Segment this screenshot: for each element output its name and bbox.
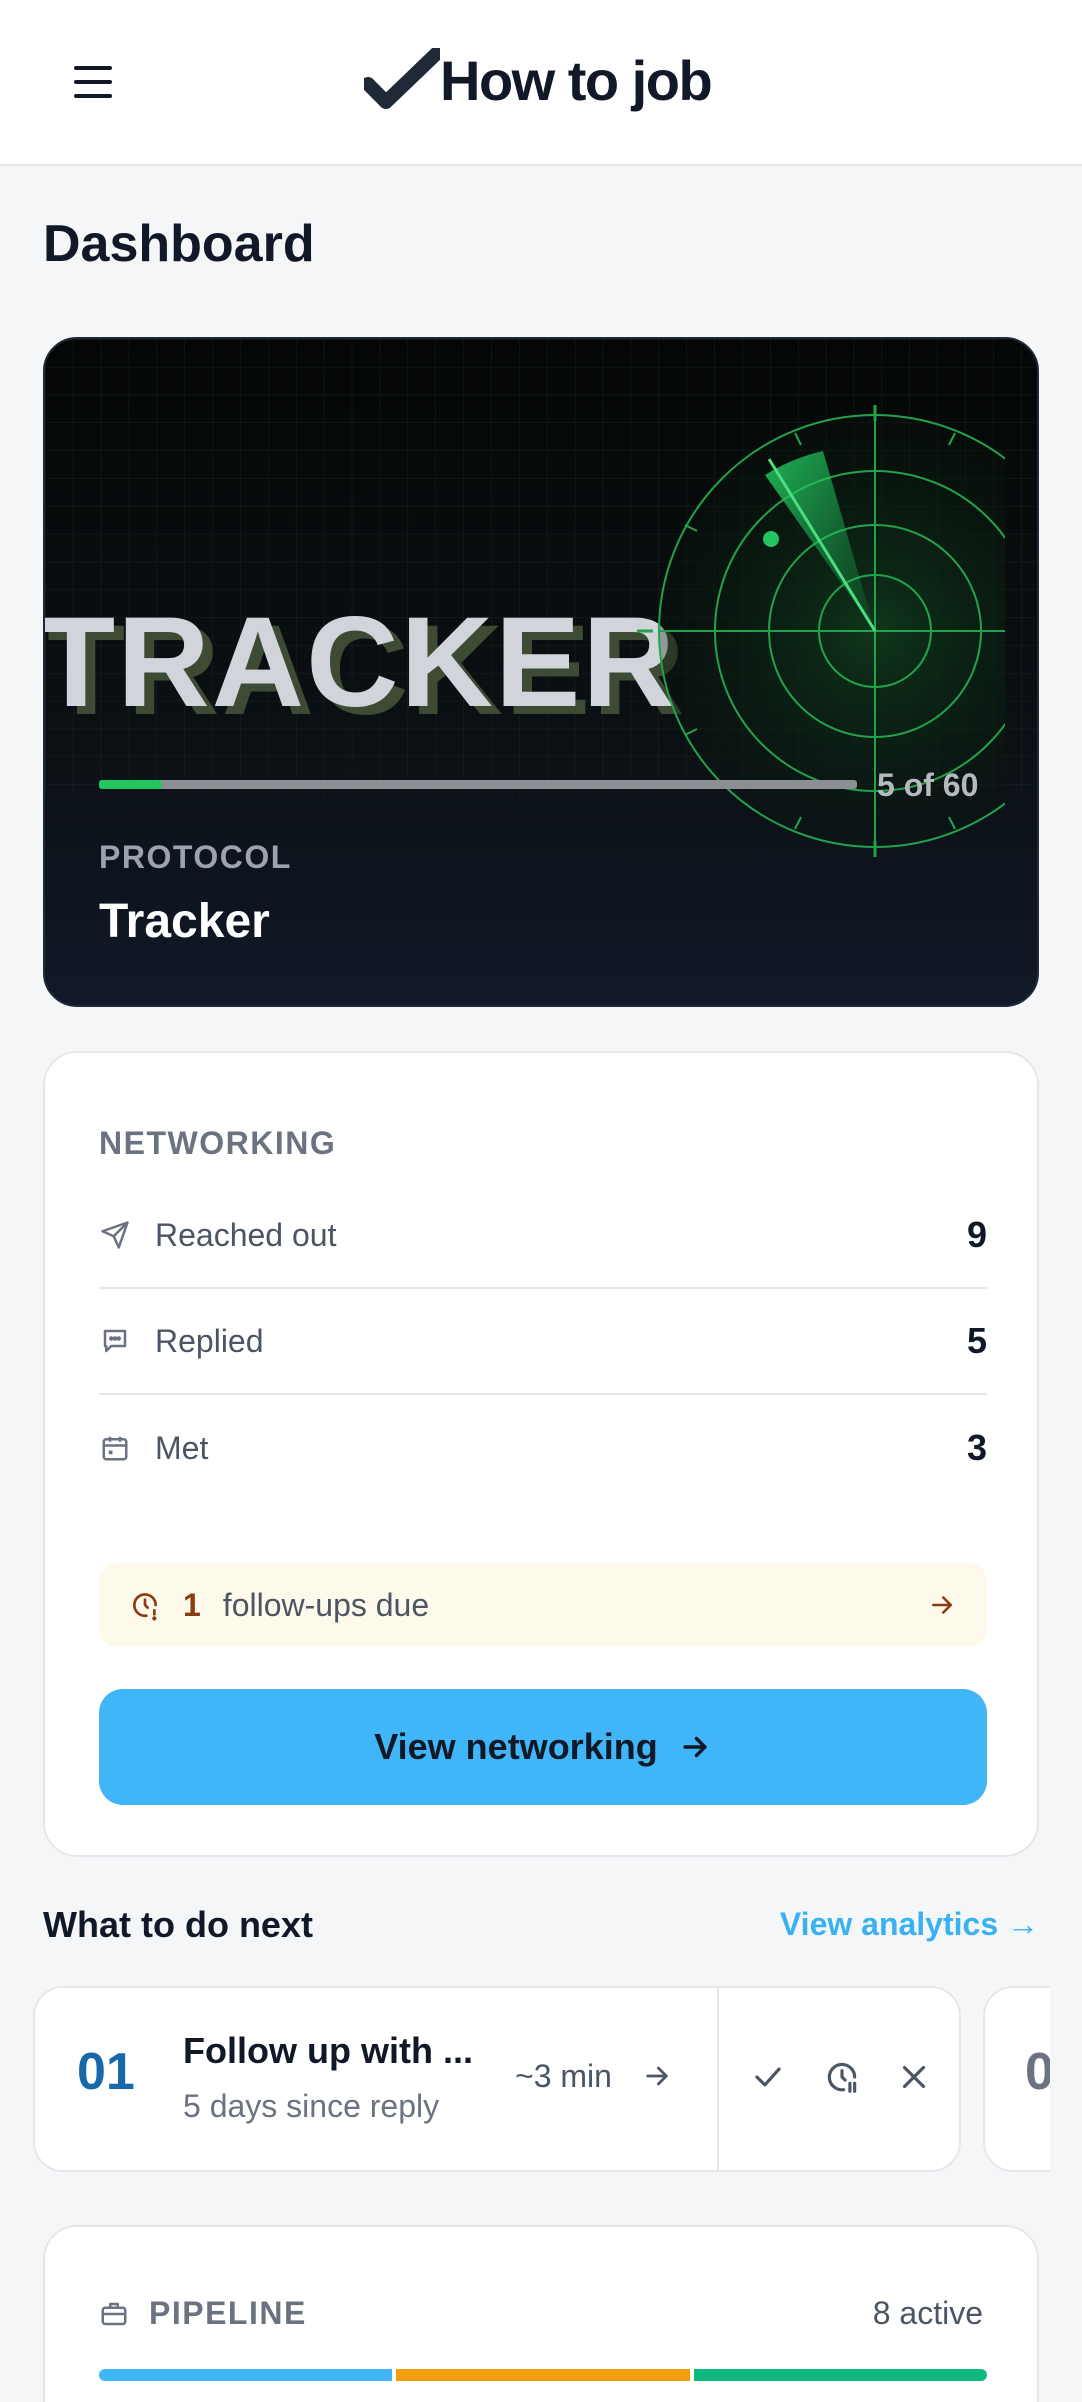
followups-count: 1 <box>183 1586 201 1623</box>
app-logo[interactable]: How to job <box>364 40 713 120</box>
briefcase-icon <box>101 2302 127 2325</box>
view-networking-button[interactable]: View networking <box>99 1689 987 1805</box>
check-icon[interactable] <box>749 2058 787 2096</box>
app-header: How to job <box>0 0 1082 166</box>
tracker-banner-word: TRACKER <box>43 591 677 734</box>
followups-due-banner[interactable]: 1 follow-ups due <box>99 1563 987 1647</box>
task-number: 0 <box>1025 2042 1050 2102</box>
pipeline-segment <box>693 2369 987 2381</box>
pipeline-segment <box>99 2369 393 2381</box>
followups-text: follow-ups due <box>222 1586 430 1623</box>
view-analytics-link[interactable]: View analytics → <box>780 1906 1039 1943</box>
clock-alert-icon <box>133 1593 157 1621</box>
next-task-card[interactable]: 01 Follow up with ... 5 days since reply… <box>33 1986 961 2172</box>
protocol-title: Tracker <box>99 895 270 948</box>
pipeline-card: PIPELINE 8 active <box>43 2225 1039 2402</box>
networking-row-value: 5 <box>966 1320 987 1361</box>
chat-icon <box>99 1325 131 1357</box>
calendar-icon <box>99 1432 131 1464</box>
task-time-estimate: ~3 min <box>515 2058 612 2094</box>
pipeline-title: PIPELINE <box>149 2295 307 2331</box>
networking-card: NETWORKING Reached out 9 Replied 5 Met 3… <box>43 1051 1039 1857</box>
networking-row-met: Met 3 <box>99 1395 987 1501</box>
networking-row-label: Reached out <box>155 1216 337 1253</box>
tracker-progress-fill <box>99 780 163 789</box>
snooze-clock-icon[interactable] <box>823 2058 861 2096</box>
networking-title: NETWORKING <box>99 1125 337 1161</box>
tracker-protocol-card[interactable]: TRACKER 5 of 60 PROTOCOL Tracker <box>43 337 1039 1007</box>
what-to-do-next-title: What to do next <box>43 1904 313 1945</box>
pipeline-stage-bar <box>99 2369 987 2381</box>
task-number: 01 <box>77 2043 135 2101</box>
close-icon[interactable] <box>895 2058 933 2096</box>
view-networking-label: View networking <box>374 1726 658 1767</box>
arrow-right-icon <box>932 1596 952 1614</box>
logo-text: How to job <box>440 48 713 112</box>
tracker-progress-bar <box>99 780 857 789</box>
arrow-right-icon <box>683 1736 707 1758</box>
send-icon <box>99 1219 131 1251</box>
networking-row-value: 3 <box>966 1427 987 1468</box>
networking-row-reached-out: Reached out 9 <box>99 1183 987 1289</box>
networking-row-label: Replied <box>155 1322 264 1359</box>
radar-icon <box>637 405 1005 857</box>
protocol-label: PROTOCOL <box>99 839 292 875</box>
next-task-card-peek[interactable]: 0 <box>983 1986 1050 2172</box>
pipeline-segment <box>396 2369 690 2381</box>
task-divider <box>717 1988 719 2170</box>
task-subtitle: 5 days since reply <box>183 2088 440 2124</box>
pipeline-header: PIPELINE <box>99 2295 307 2332</box>
networking-row-label: Met <box>155 1429 209 1466</box>
networking-row-value: 9 <box>966 1214 987 1255</box>
networking-row-replied: Replied 5 <box>99 1289 987 1395</box>
page-title: Dashboard <box>43 215 315 273</box>
arrow-right-icon[interactable] <box>641 2060 673 2092</box>
task-title: Follow up with ... <box>183 2030 473 2071</box>
checkmark-icon <box>364 48 440 109</box>
tracker-progress-text: 5 of 60 <box>877 767 979 803</box>
hamburger-menu-icon[interactable] <box>70 60 118 104</box>
pipeline-active-count: 8 active <box>872 2295 983 2331</box>
